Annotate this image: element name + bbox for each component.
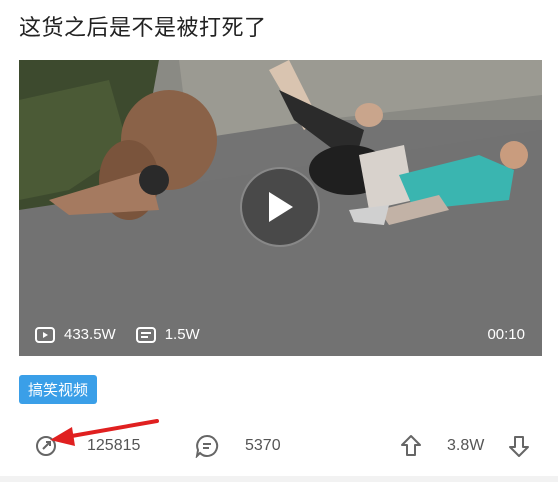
action-bar: 125815 5370 3.8W xyxy=(0,428,558,464)
video-duration: 00:10 xyxy=(487,326,525,343)
vote-count: 3.8W xyxy=(447,437,485,454)
play-button[interactable] xyxy=(240,167,320,247)
play-icon xyxy=(269,192,293,222)
arrow-up-icon xyxy=(401,435,421,456)
play-count-icon xyxy=(35,326,55,343)
upvote-button[interactable] xyxy=(400,428,422,464)
share-button[interactable]: 125815 xyxy=(35,428,140,464)
arrow-down-icon xyxy=(509,436,529,457)
share-icon xyxy=(36,436,56,456)
play-count-value: 433.5W xyxy=(64,326,116,343)
share-count: 125815 xyxy=(87,437,141,454)
comment-stat-value: 1.5W xyxy=(164,326,200,343)
comment-icon xyxy=(195,434,219,458)
vote-count-wrap: 3.8W xyxy=(447,428,484,464)
comment-button[interactable]: 5370 xyxy=(195,428,281,464)
bottom-divider xyxy=(0,476,558,482)
comment-count: 5370 xyxy=(245,437,281,454)
video-player[interactable]: 433.5W 1.5W 00:10 xyxy=(19,60,542,356)
category-tag[interactable]: 搞笑视频 xyxy=(19,375,98,404)
downvote-button[interactable] xyxy=(508,428,530,464)
comment-stat: 1.5W xyxy=(135,326,200,343)
play-count: 433.5W xyxy=(35,326,116,343)
video-stats: 433.5W 1.5W xyxy=(35,326,212,343)
post-title[interactable]: 这货之后是不是被打死了 xyxy=(19,10,267,42)
danmaku-icon xyxy=(135,326,156,343)
